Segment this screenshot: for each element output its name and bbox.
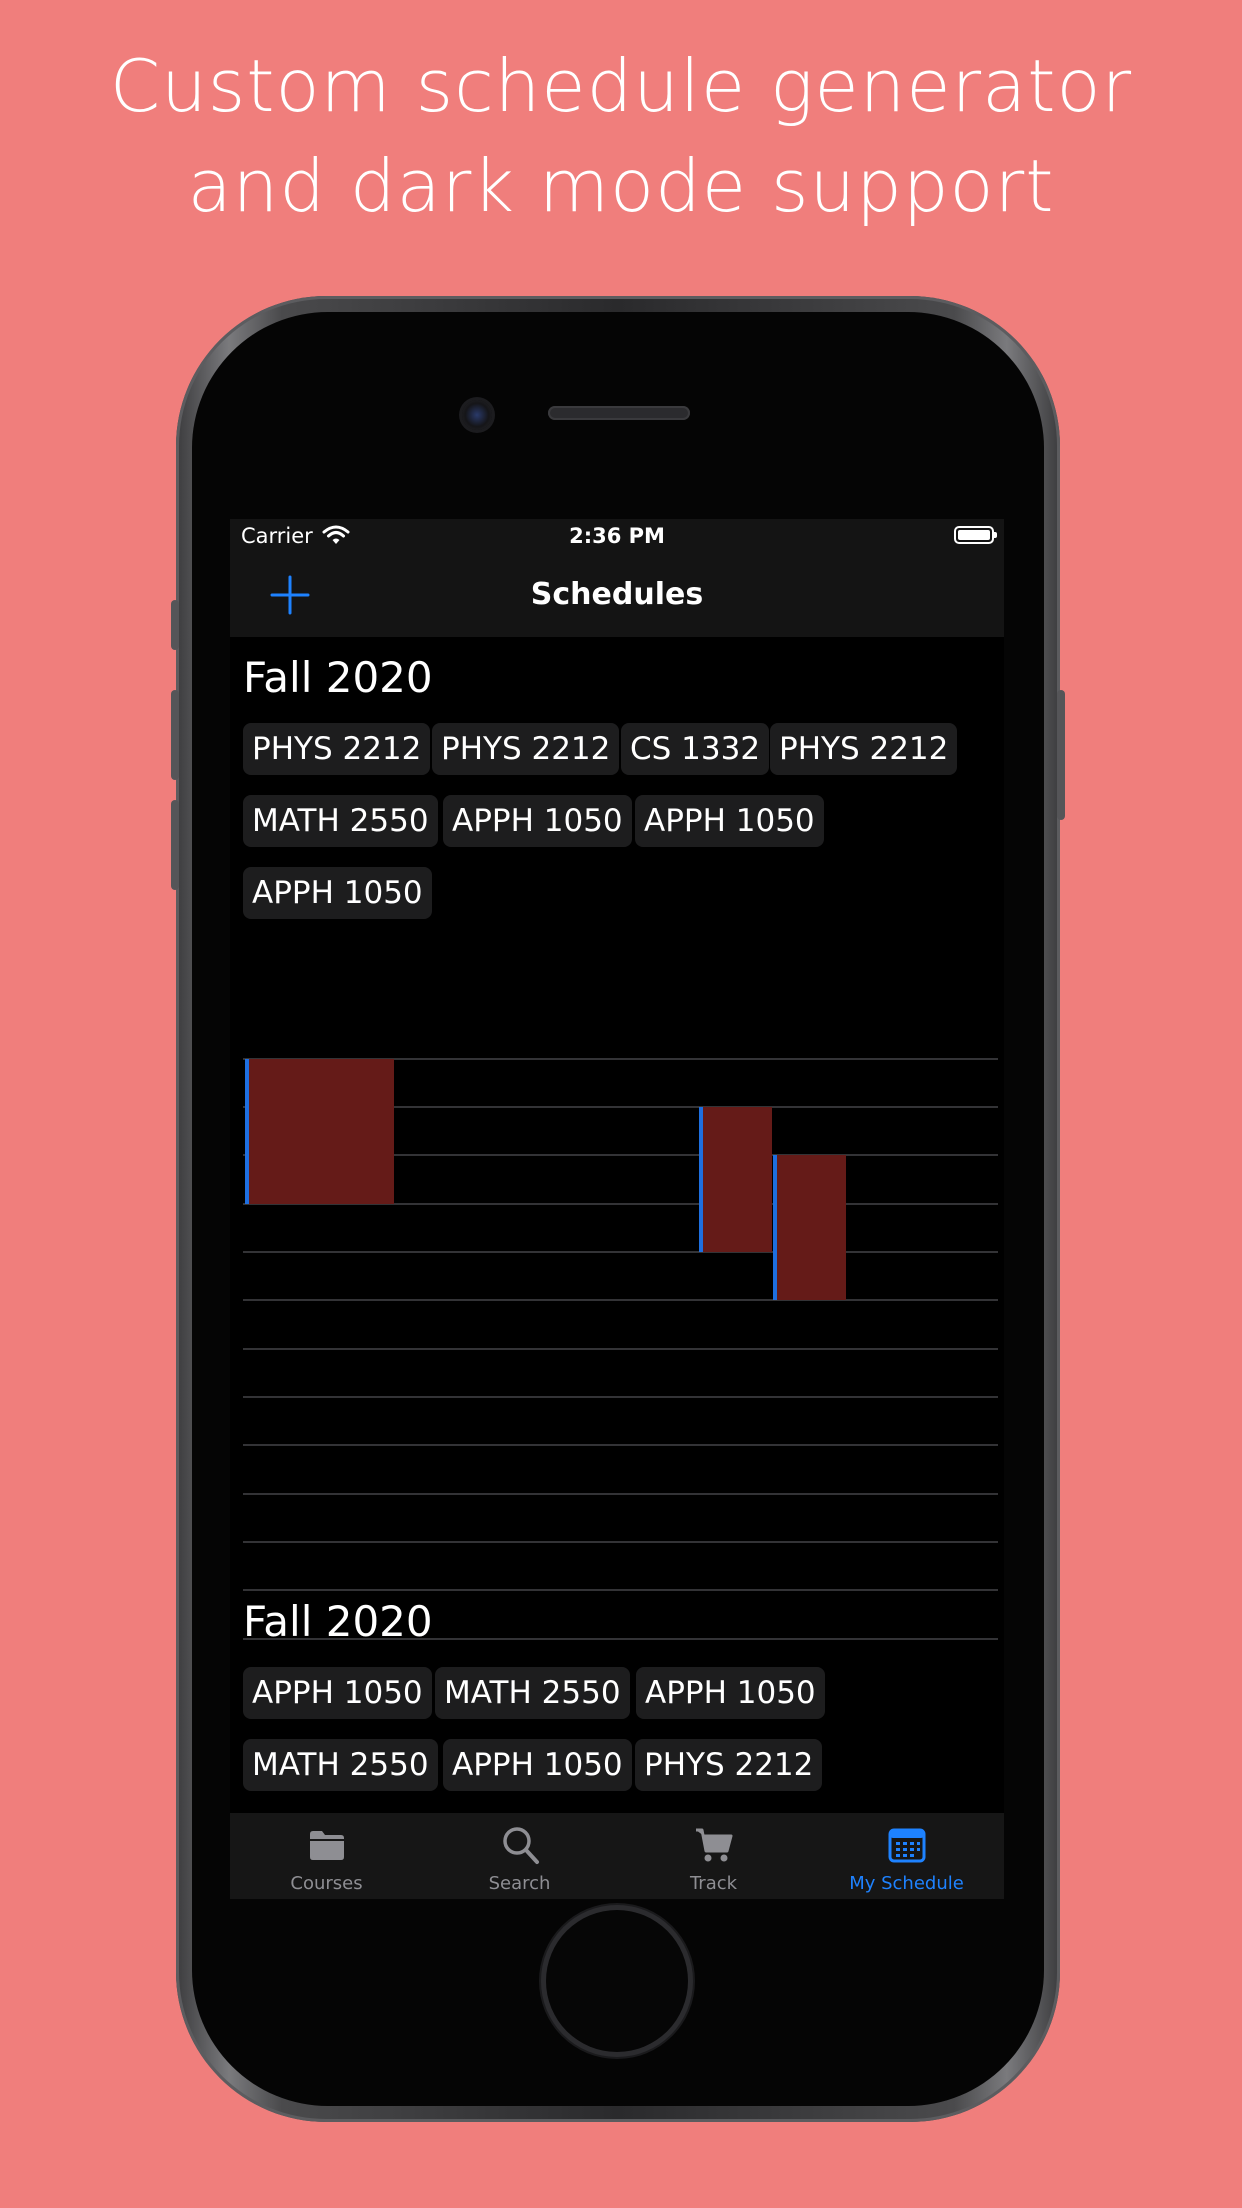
tab-courses[interactable]: Courses xyxy=(230,1813,423,1899)
navigation-bar: Schedules xyxy=(230,555,1004,637)
page-title: Schedules xyxy=(530,577,704,612)
course-chip[interactable]: APPH 1050 xyxy=(443,1739,632,1791)
tab-label: Courses xyxy=(290,1873,363,1894)
grid-line xyxy=(243,1493,998,1495)
marketing-headline: Custom schedule generator and dark mode … xyxy=(0,36,1242,236)
front-camera xyxy=(462,400,492,430)
battery-icon xyxy=(954,526,997,544)
status-time: 2:36 PM xyxy=(569,524,665,548)
schedule-term-title: Fall 2020 xyxy=(243,1597,433,1646)
home-button[interactable] xyxy=(546,1910,688,2052)
course-chip[interactable]: APPH 1050 xyxy=(243,867,432,919)
tab-label: Track xyxy=(689,1873,738,1894)
course-chip[interactable]: MATH 2550 xyxy=(435,1667,630,1719)
grid-line xyxy=(243,1541,998,1543)
course-chip[interactable]: PHYS 2212 xyxy=(770,723,958,775)
calendar-icon xyxy=(888,1828,926,1863)
app-screen: Carrier 2:36 PM Schedules Fall 2020 PHYS… xyxy=(230,519,1004,1899)
tab-my-schedule[interactable]: My Schedule xyxy=(810,1813,1003,1899)
volume-down-button xyxy=(171,800,179,890)
course-chip[interactable]: MATH 2550 xyxy=(243,1739,438,1791)
grid-line xyxy=(243,1299,998,1301)
schedule-calendar-grid xyxy=(243,1058,998,1642)
class-block[interactable] xyxy=(245,1059,394,1204)
grid-line xyxy=(243,1251,998,1253)
folder-icon xyxy=(310,1831,344,1860)
search-icon xyxy=(503,1827,539,1864)
course-chip[interactable]: PHYS 2212 xyxy=(243,723,431,775)
grid-line xyxy=(243,1396,998,1398)
course-chip[interactable]: APPH 1050 xyxy=(443,795,632,847)
headline-line-1: Custom schedule generator xyxy=(109,44,1133,128)
grid-line xyxy=(243,1444,998,1446)
tab-label: My Schedule xyxy=(849,1873,964,1894)
schedules-list[interactable]: Fall 2020 PHYS 2212 PHYS 2212 CS 1332 PH… xyxy=(230,637,1004,1799)
schedule-term-title: Fall 2020 xyxy=(243,653,433,702)
course-chip[interactable]: APPH 1050 xyxy=(636,1667,825,1719)
class-block[interactable] xyxy=(699,1107,772,1252)
tab-track[interactable]: Track xyxy=(617,1813,810,1899)
tab-label: Search xyxy=(488,1873,551,1894)
course-chip[interactable]: CS 1332 xyxy=(621,723,770,775)
headline-line-2: and dark mode support xyxy=(187,144,1055,228)
cart-icon xyxy=(696,1828,733,1862)
earpiece-speaker xyxy=(548,406,690,420)
grid-line xyxy=(243,1348,998,1350)
class-block[interactable] xyxy=(773,1155,846,1300)
tab-search[interactable]: Search xyxy=(423,1813,616,1899)
status-bar: Carrier 2:36 PM xyxy=(230,519,1004,555)
tab-bar: Courses Search Track My Schedule xyxy=(230,1813,1004,1899)
power-button xyxy=(1057,690,1065,820)
course-chip[interactable]: APPH 1050 xyxy=(243,1667,432,1719)
volume-up-button xyxy=(171,690,179,780)
course-chip[interactable]: PHYS 2212 xyxy=(635,1739,823,1791)
mute-switch xyxy=(171,600,179,650)
course-chip[interactable]: APPH 1050 xyxy=(635,795,824,847)
grid-line xyxy=(243,1589,998,1591)
course-chip[interactable]: PHYS 2212 xyxy=(432,723,620,775)
course-chip[interactable]: MATH 2550 xyxy=(243,795,438,847)
